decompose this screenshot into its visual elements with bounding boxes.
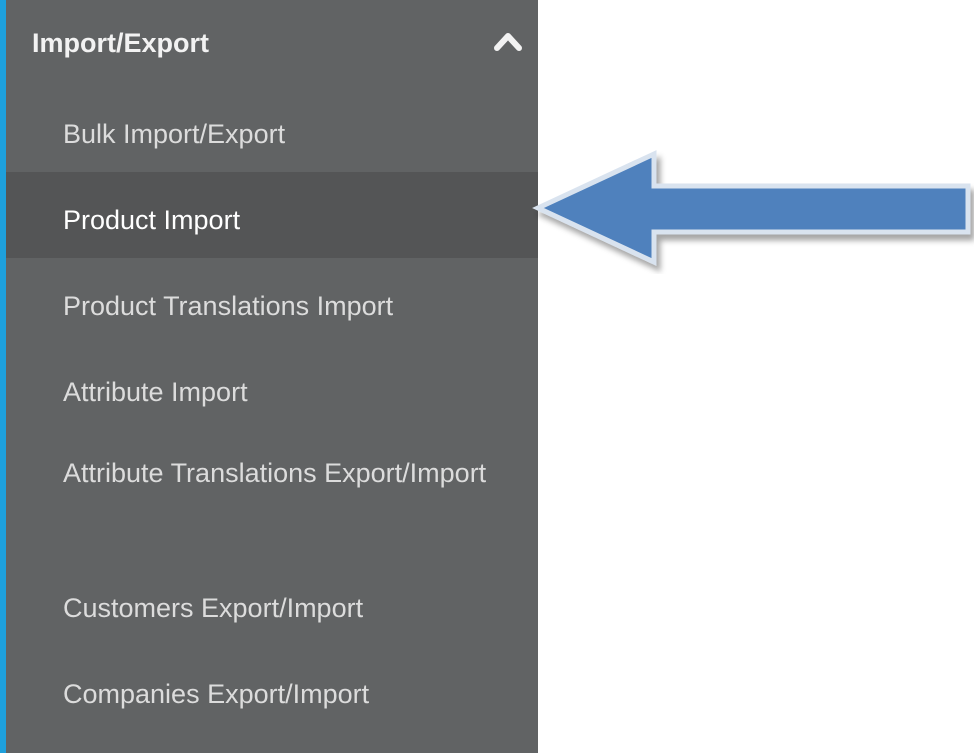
menu-item-product-import[interactable]: Product Import: [6, 172, 538, 258]
menu-item-customers-export-import[interactable]: Customers Export/Import: [6, 560, 538, 646]
menu-item-label: Bulk Import/Export: [63, 119, 286, 149]
import-export-section-header[interactable]: Import/Export: [6, 0, 538, 86]
menu-item-attribute-import[interactable]: Attribute Import: [6, 344, 538, 430]
menu-item-label: Companies Export/Import: [63, 679, 370, 709]
section-title: Import/Export: [32, 28, 210, 58]
left-arrow-icon: [532, 150, 971, 266]
menu-item-product-translations-import[interactable]: Product Translations Import: [6, 258, 538, 344]
menu-item-label: Customers Export/Import: [63, 593, 364, 623]
menu-item-bulk-import-export[interactable]: Bulk Import/Export: [6, 86, 538, 172]
sidebar-menu: Import/Export Bulk Import/Export Product…: [0, 0, 538, 753]
chevron-up-icon[interactable]: [493, 30, 523, 52]
menu-item-label: Product Translations Import: [63, 291, 394, 321]
menu-item-companies-export-import[interactable]: Companies Export/Import: [6, 646, 538, 732]
import-export-submenu: Bulk Import/Export Product Import Produc…: [6, 86, 538, 732]
menu-item-label: Attribute Import: [63, 377, 248, 407]
menu-item-label: Attribute Translations Export/Import: [63, 458, 487, 488]
menu-item-attribute-translations-export-import[interactable]: Attribute Translations Export/Import: [6, 430, 538, 560]
menu-item-label: Product Import: [63, 205, 241, 235]
